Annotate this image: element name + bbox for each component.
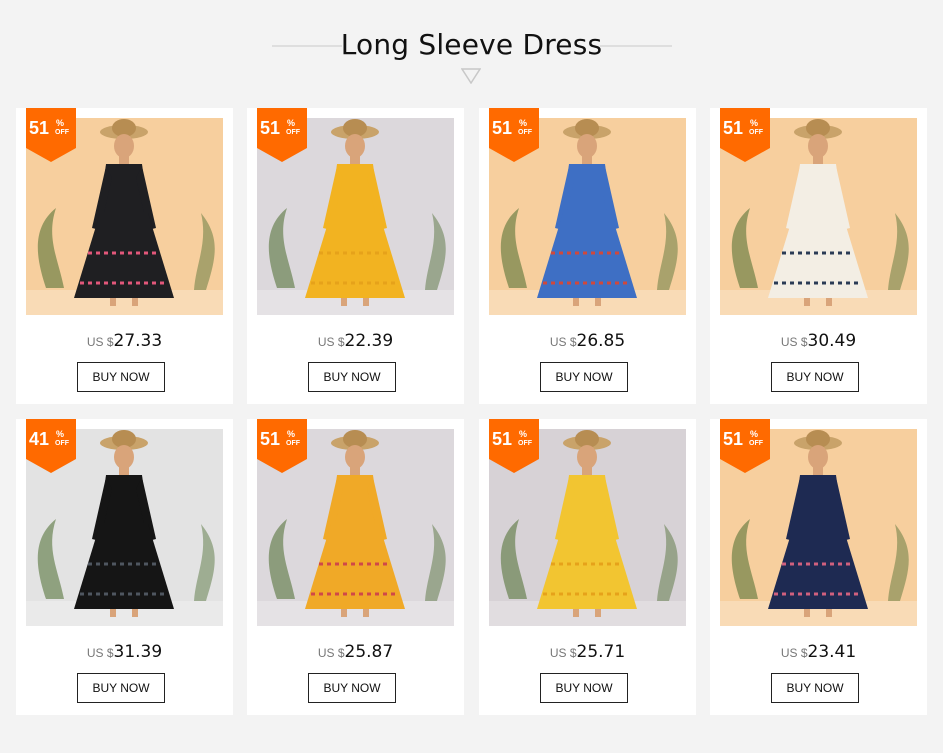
- discount-badge: 51 % OFF: [257, 108, 307, 162]
- discount-badge: 51 % OFF: [489, 108, 539, 162]
- price-currency: US $: [86, 646, 114, 660]
- price-amount: 26.85: [576, 331, 626, 351]
- buy-now-button[interactable]: BUY NOW: [308, 362, 396, 392]
- product-price: US $25.87: [247, 641, 464, 664]
- product-card[interactable]: 51 % OFF US $27.33 BUY NOW: [16, 108, 233, 404]
- discount-percent-sign: %: [519, 429, 528, 439]
- buy-now-button[interactable]: BUY NOW: [540, 362, 628, 392]
- buy-now-button[interactable]: BUY NOW: [77, 673, 165, 703]
- buy-now-button[interactable]: BUY NOW: [771, 673, 859, 703]
- discount-badge: 51 % OFF: [26, 108, 76, 162]
- discount-badge: 51 % OFF: [720, 108, 770, 162]
- product-price: US $30.49: [710, 330, 927, 353]
- discount-percent-sign: %: [56, 429, 65, 439]
- discount-value: 51: [29, 118, 50, 138]
- buy-now-button[interactable]: BUY NOW: [308, 673, 396, 703]
- product-grid: 51 % OFF US $27.33 BUY NOW 51 % OFF US $…: [16, 108, 927, 715]
- discount-badge: 51 % OFF: [489, 419, 539, 473]
- price-amount: 22.39: [344, 331, 394, 351]
- product-card[interactable]: 51 % OFF US $26.85 BUY NOW: [479, 108, 696, 404]
- discount-off-label: OFF: [749, 440, 763, 447]
- discount-off-label: OFF: [518, 440, 532, 447]
- product-price: US $25.71: [479, 641, 696, 664]
- down-triangle-icon: [461, 68, 481, 84]
- product-card[interactable]: 51 % OFF US $22.39 BUY NOW: [247, 108, 464, 404]
- discount-value: 41: [29, 429, 50, 449]
- discount-percent-sign: %: [56, 118, 65, 128]
- discount-off-label: OFF: [55, 129, 69, 136]
- discount-value: 51: [492, 429, 513, 449]
- discount-badge: 51 % OFF: [720, 419, 770, 473]
- section-header: Long Sleeve Dress: [0, 22, 943, 92]
- product-card[interactable]: 41 % OFF US $31.39 BUY NOW: [16, 419, 233, 715]
- buy-now-button[interactable]: BUY NOW: [771, 362, 859, 392]
- discount-off-label: OFF: [55, 440, 69, 447]
- discount-percent-sign: %: [750, 429, 759, 439]
- product-price: US $31.39: [16, 641, 233, 664]
- price-currency: US $: [780, 646, 808, 660]
- discount-off-label: OFF: [518, 129, 532, 136]
- price-currency: US $: [549, 646, 577, 660]
- discount-percent-sign: %: [287, 429, 296, 439]
- discount-badge: 51 % OFF: [257, 419, 307, 473]
- discount-value: 51: [723, 429, 744, 449]
- discount-percent-sign: %: [287, 118, 296, 128]
- discount-value: 51: [260, 118, 281, 138]
- discount-badge: 41 % OFF: [26, 419, 76, 473]
- section-title: Long Sleeve Dress: [340, 28, 603, 61]
- price-currency: US $: [549, 335, 577, 349]
- price-currency: US $: [86, 335, 114, 349]
- discount-value: 51: [723, 118, 744, 138]
- product-price: US $27.33: [16, 330, 233, 353]
- price-currency: US $: [317, 646, 345, 660]
- price-currency: US $: [780, 335, 808, 349]
- product-card[interactable]: 51 % OFF US $23.41 BUY NOW: [710, 419, 927, 715]
- product-card[interactable]: 51 % OFF US $25.71 BUY NOW: [479, 419, 696, 715]
- discount-percent-sign: %: [750, 118, 759, 128]
- discount-value: 51: [492, 118, 513, 138]
- price-amount: 30.49: [807, 331, 857, 351]
- price-amount: 31.39: [113, 642, 163, 662]
- discount-percent-sign: %: [519, 118, 528, 128]
- price-amount: 23.41: [807, 642, 857, 662]
- discount-value: 51: [260, 429, 281, 449]
- discount-off-label: OFF: [286, 129, 300, 136]
- product-card[interactable]: 51 % OFF US $30.49 BUY NOW: [710, 108, 927, 404]
- discount-off-label: OFF: [286, 440, 300, 447]
- buy-now-button[interactable]: BUY NOW: [77, 362, 165, 392]
- product-price: US $22.39: [247, 330, 464, 353]
- price-amount: 27.33: [113, 331, 163, 351]
- discount-off-label: OFF: [749, 129, 763, 136]
- product-price: US $26.85: [479, 330, 696, 353]
- price-amount: 25.87: [344, 642, 394, 662]
- product-price: US $23.41: [710, 641, 927, 664]
- price-amount: 25.71: [576, 642, 626, 662]
- product-card[interactable]: 51 % OFF US $25.87 BUY NOW: [247, 419, 464, 715]
- price-currency: US $: [317, 335, 345, 349]
- buy-now-button[interactable]: BUY NOW: [540, 673, 628, 703]
